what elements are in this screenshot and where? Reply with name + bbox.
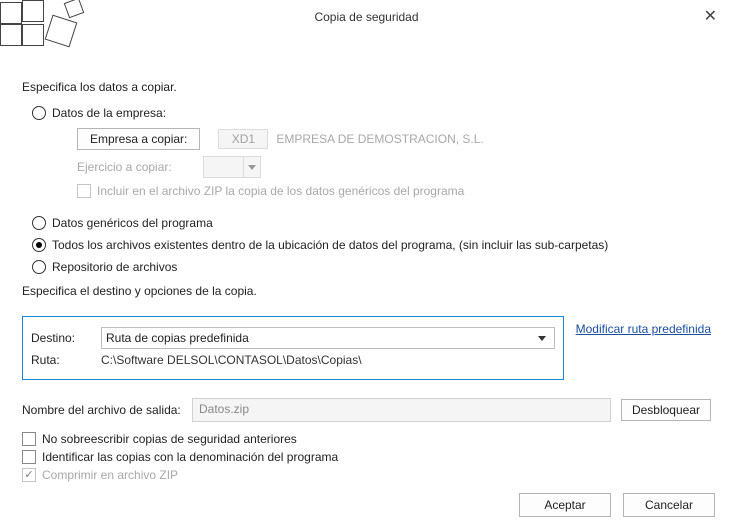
destino-label: Destino: [31, 331, 101, 345]
output-name-input[interactable]: Datos.zip [192, 398, 611, 422]
ejercicio-combo[interactable] [203, 156, 261, 178]
dialog-title: Copia de seguridad [0, 10, 733, 24]
aceptar-button[interactable]: Aceptar [519, 493, 611, 517]
output-name-label: Nombre del archivo de salida: [22, 403, 192, 417]
radio-todos-archivos[interactable]: Todos los archivos existentes dentro de … [32, 238, 711, 252]
chevron-down-icon [534, 336, 550, 341]
radio-datos-empresa[interactable]: Datos de la empresa: [32, 106, 711, 120]
destino-combo[interactable]: Ruta de copias predefinida [101, 327, 555, 349]
compress-zip-label: Comprimir en archivo ZIP [42, 468, 178, 482]
cancelar-button[interactable]: Cancelar [623, 493, 715, 517]
radio-repositorio[interactable]: Repositorio de archivos [32, 260, 711, 274]
empresa-code: XD1 [218, 129, 268, 149]
no-overwrite-checkbox[interactable] [22, 432, 36, 446]
modificar-ruta-link[interactable]: Modificar ruta predefinida [576, 322, 711, 336]
identify-copies-label: Identificar las copias con la denominaci… [42, 450, 338, 464]
compress-zip-checkbox[interactable] [22, 468, 36, 482]
ejercicio-label: Ejercicio a copiar: [77, 160, 183, 174]
radio-repositorio-label: Repositorio de archivos [52, 260, 177, 274]
desbloquear-button[interactable]: Desbloquear [621, 399, 711, 421]
include-zip-checkbox[interactable] [77, 184, 91, 198]
radio-datos-empresa-label: Datos de la empresa: [52, 106, 166, 120]
radio-datos-genericos[interactable]: Datos genéricos del programa [32, 216, 711, 230]
include-zip-label: Incluir en el archivo ZIP la copia de lo… [97, 184, 464, 198]
output-name-value: Datos.zip [199, 402, 249, 416]
app-logo [0, 0, 90, 60]
section2-heading: Especifica el destino y opciones de la c… [22, 284, 711, 298]
empresa-copiar-button[interactable]: Empresa a copiar: [77, 128, 200, 150]
radio-todos-archivos-label: Todos los archivos existentes dentro de … [52, 238, 608, 252]
ruta-label: Ruta: [31, 353, 101, 367]
empresa-name: EMPRESA DE DEMOSTRACION, S.L. [276, 132, 483, 146]
section1-heading: Especifica los datos a copiar. [22, 80, 711, 94]
identify-copies-checkbox[interactable] [22, 450, 36, 464]
destino-value: Ruta de copias predefinida [106, 331, 249, 345]
destino-box: Destino: Ruta de copias predefinida Ruta… [22, 316, 564, 380]
no-overwrite-label: No sobreescribir copias de seguridad ant… [42, 432, 297, 446]
radio-datos-genericos-label: Datos genéricos del programa [52, 216, 213, 230]
ruta-value: C:\Software DELSOL\CONTASOL\Datos\Copias… [101, 353, 362, 367]
chevron-down-icon [243, 157, 260, 177]
